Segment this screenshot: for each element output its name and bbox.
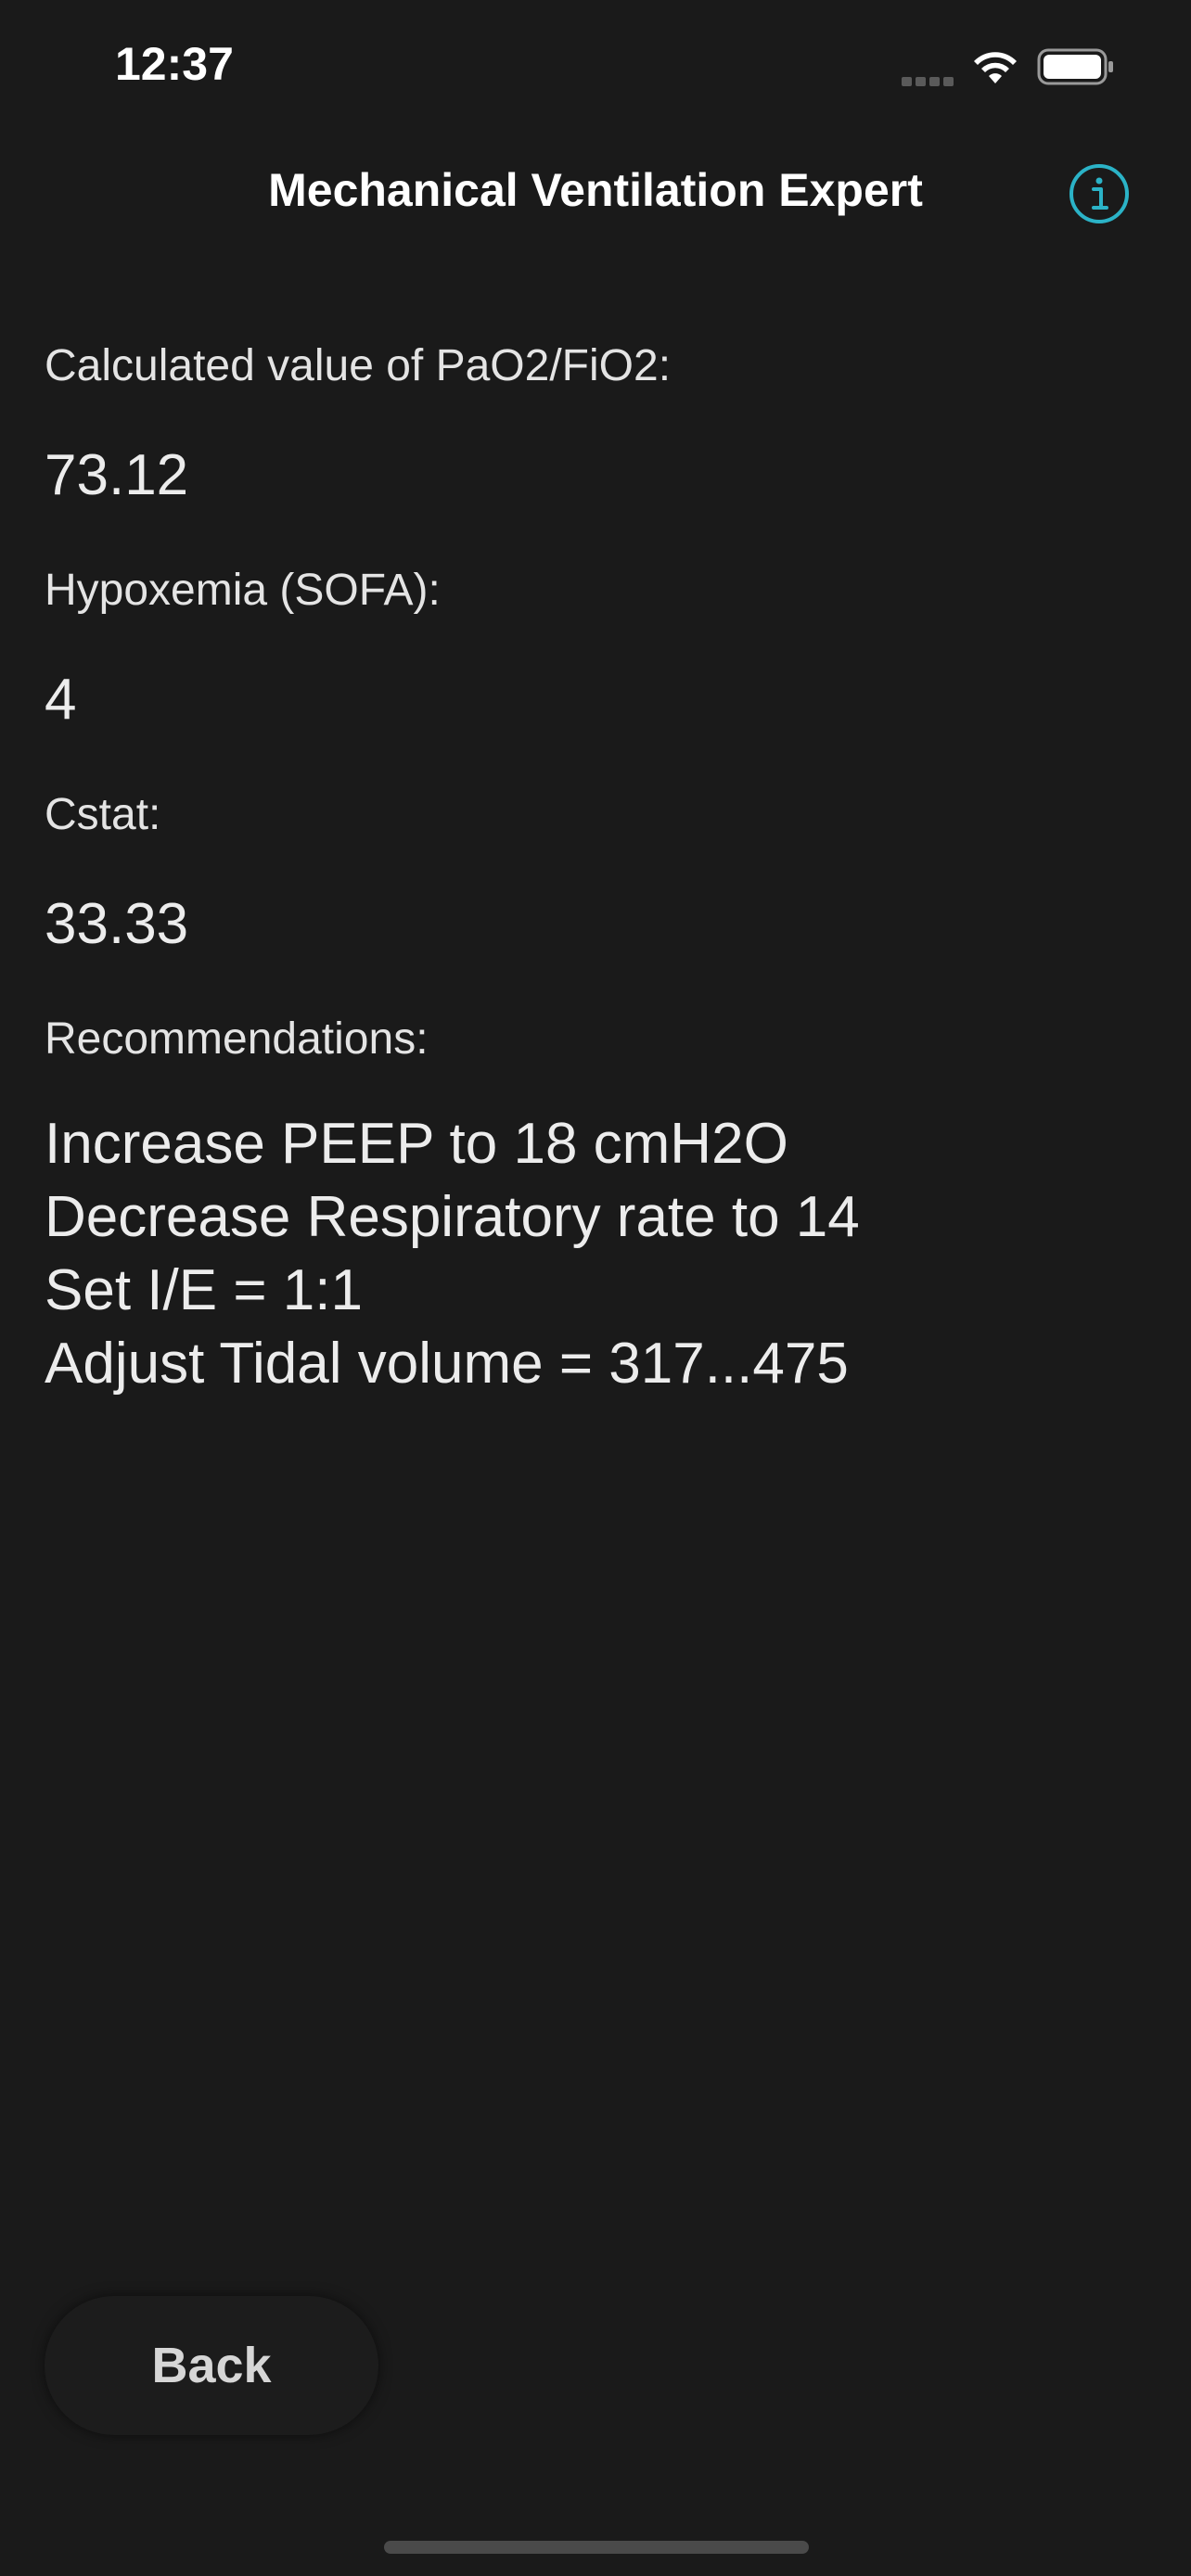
home-indicator[interactable] — [384, 2541, 809, 2554]
info-icon[interactable] — [1067, 161, 1132, 226]
status-time: 12:37 — [115, 38, 234, 90]
recommendation-item: Adjust Tidal volume = 317...475 — [45, 1332, 849, 1396]
hypoxemia-value: 4 — [45, 668, 77, 732]
pao2-fio2-label: Calculated value of PaO2/FiO2: — [45, 341, 672, 390]
recommendations-list: Increase PEEP to 18 cmH2O Decrease Respi… — [45, 1107, 1148, 1400]
navigation-bar: Mechanical Ventilation Expert — [0, 139, 1191, 250]
recommendations-label: Recommendations: — [45, 1014, 429, 1064]
cstat-label: Cstat: — [45, 790, 161, 839]
pao2-fio2-value: 73.12 — [45, 443, 189, 507]
results-content: Calculated value of PaO2/FiO2: 73.12 Hyp… — [45, 334, 1148, 1400]
hypoxemia-label: Hypoxemia (SOFA): — [45, 566, 441, 615]
cellular-signal-icon — [902, 74, 957, 86]
battery-icon — [1037, 48, 1113, 85]
page-title: Mechanical Ventilation Expert — [268, 164, 923, 216]
wifi-icon — [974, 52, 1017, 83]
status-bar: 12:37 — [0, 0, 1191, 139]
cstat-value: 33.33 — [45, 892, 189, 956]
recommendation-item: Decrease Respiratory rate to 14 — [45, 1185, 860, 1249]
recommendation-item: Increase PEEP to 18 cmH2O — [45, 1112, 788, 1176]
back-button[interactable]: Back — [45, 2296, 378, 2435]
recommendation-item: Set I/E = 1:1 — [45, 1258, 363, 1322]
